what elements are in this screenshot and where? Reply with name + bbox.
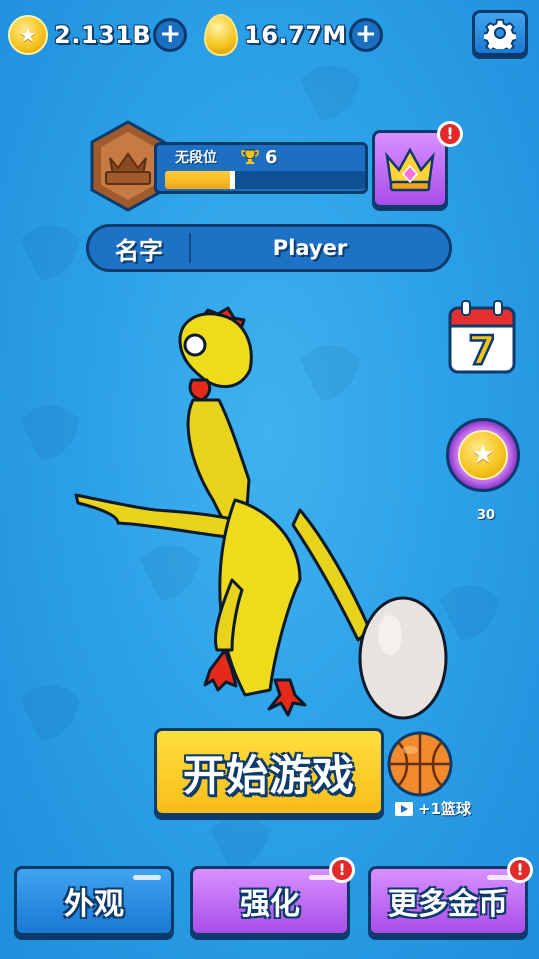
player-name-bar[interactable]: 名字 Player bbox=[86, 224, 452, 272]
golden-egg-icon bbox=[204, 14, 238, 56]
coin-counter: ★ 2.131B + bbox=[8, 15, 188, 55]
top-bar: ★ 2.131B + 16.77M + bbox=[0, 0, 539, 70]
upgrade-button[interactable]: 强化 ! bbox=[190, 857, 355, 936]
basketball-icon bbox=[387, 731, 453, 797]
rank-progress-marker bbox=[230, 171, 235, 189]
rank-panel[interactable]: 无段位 6 bbox=[154, 142, 368, 194]
rank-progress-bar bbox=[165, 171, 365, 189]
button-shine bbox=[133, 875, 161, 880]
name-label: 名字 bbox=[115, 236, 163, 265]
alert-icon: ! bbox=[507, 857, 533, 883]
coin-wheel-icon: ★ bbox=[458, 430, 508, 480]
basketball-bonus[interactable]: +1篮球 bbox=[395, 798, 471, 819]
appearance-button[interactable]: 外观 bbox=[14, 866, 174, 936]
add-eggs-button[interactable]: + bbox=[348, 18, 383, 52]
upgrade-label: 强化 bbox=[240, 887, 300, 922]
settings-button[interactable] bbox=[472, 10, 528, 56]
coin-icon: ★ bbox=[8, 15, 48, 55]
rank-rewards-button[interactable]: ! bbox=[372, 121, 463, 208]
alert-icon: ! bbox=[437, 121, 463, 147]
calendar-day: 7 bbox=[468, 328, 496, 374]
rank-title: 无段位 bbox=[175, 150, 217, 166]
more-coins-button[interactable]: 更多金币 ! bbox=[368, 857, 533, 936]
egg-amount: 16.77M bbox=[244, 21, 347, 49]
crown-icon bbox=[385, 147, 435, 192]
appearance-label: 外观 bbox=[64, 887, 124, 922]
coin-amount: 2.131B bbox=[54, 21, 152, 49]
trophy-icon bbox=[241, 149, 259, 164]
basketball-bonus-label: +1篮球 bbox=[418, 800, 472, 818]
player-name: Player bbox=[272, 236, 348, 260]
trophy-count: 6 bbox=[265, 146, 278, 168]
add-coins-button[interactable]: + bbox=[153, 18, 188, 52]
name-divider bbox=[189, 233, 191, 263]
more-coins-label: 更多金币 bbox=[388, 887, 508, 922]
video-icon bbox=[395, 801, 413, 816]
start-game-button[interactable]: 开始游戏 bbox=[154, 728, 384, 816]
alert-icon: ! bbox=[329, 857, 355, 883]
coin-wheel-count: 30 bbox=[476, 508, 496, 523]
egg-counter: 16.77M + bbox=[204, 14, 383, 56]
gear-icon bbox=[484, 18, 516, 49]
start-game-label: 开始游戏 bbox=[182, 750, 355, 800]
rubber-chicken-character bbox=[74, 306, 448, 720]
rank-progress-fill bbox=[165, 171, 235, 189]
